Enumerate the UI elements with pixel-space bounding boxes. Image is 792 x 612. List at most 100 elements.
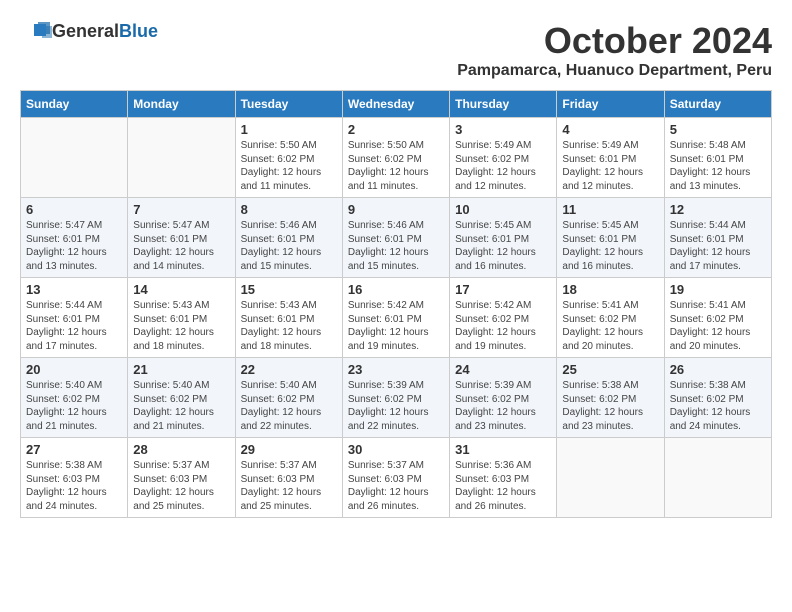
- day-number: 4: [562, 122, 658, 137]
- weekday-header-monday: Monday: [128, 91, 235, 118]
- day-number: 14: [133, 282, 229, 297]
- calendar-cell: 11 Sunrise: 5:45 AM Sunset: 6:01 PM Dayli…: [557, 198, 664, 278]
- day-number: 20: [26, 362, 122, 377]
- day-number: 25: [562, 362, 658, 377]
- calendar-cell: 29 Sunrise: 5:37 AM Sunset: 6:03 PM Dayli…: [235, 438, 342, 518]
- day-info: Sunrise: 5:38 AM Sunset: 6:03 PM Dayligh…: [26, 459, 122, 513]
- title-section: October 2024 Pampamarca, Huanuco Departm…: [457, 20, 772, 80]
- day-info: Sunrise: 5:37 AM Sunset: 6:03 PM Dayligh…: [133, 459, 229, 513]
- calendar-cell: 3 Sunrise: 5:49 AM Sunset: 6:02 PM Daylig…: [450, 118, 557, 198]
- day-info: Sunrise: 5:45 AM Sunset: 6:01 PM Dayligh…: [562, 219, 658, 273]
- day-number: 22: [241, 362, 337, 377]
- day-info: Sunrise: 5:49 AM Sunset: 6:01 PM Dayligh…: [562, 139, 658, 193]
- calendar-cell: 19 Sunrise: 5:41 AM Sunset: 6:02 PM Dayli…: [664, 278, 771, 358]
- day-info: Sunrise: 5:42 AM Sunset: 6:02 PM Dayligh…: [455, 299, 551, 353]
- calendar-cell: 2 Sunrise: 5:50 AM Sunset: 6:02 PM Daylig…: [342, 118, 449, 198]
- day-number: 18: [562, 282, 658, 297]
- logo-blue: Blue: [119, 21, 158, 41]
- day-info: Sunrise: 5:38 AM Sunset: 6:02 PM Dayligh…: [562, 379, 658, 433]
- weekday-header-saturday: Saturday: [664, 91, 771, 118]
- day-number: 5: [670, 122, 766, 137]
- calendar-cell: 27Sunrise: 5:38 AM Sunset: 6:03 PM Dayli…: [21, 438, 128, 518]
- header: GeneralBlue October 2024 Pampamarca, Hua…: [20, 20, 772, 80]
- day-info: Sunrise: 5:49 AM Sunset: 6:02 PM Dayligh…: [455, 139, 551, 193]
- calendar-cell: 23 Sunrise: 5:39 AM Sunset: 6:02 PM Dayli…: [342, 358, 449, 438]
- calendar-cell: [664, 438, 771, 518]
- day-info: Sunrise: 5:47 AM Sunset: 6:01 PM Dayligh…: [133, 219, 229, 273]
- calendar-cell: 10 Sunrise: 5:45 AM Sunset: 6:01 PM Dayli…: [450, 198, 557, 278]
- calendar-cell: 14Sunrise: 5:43 AM Sunset: 6:01 PM Dayli…: [128, 278, 235, 358]
- day-number: 17: [455, 282, 551, 297]
- weekday-header-sunday: Sunday: [21, 91, 128, 118]
- day-info: Sunrise: 5:45 AM Sunset: 6:01 PM Dayligh…: [455, 219, 551, 273]
- day-info: Sunrise: 5:46 AM Sunset: 6:01 PM Dayligh…: [348, 219, 444, 273]
- calendar-cell: 18 Sunrise: 5:41 AM Sunset: 6:02 PM Dayli…: [557, 278, 664, 358]
- calendar-cell: 13Sunrise: 5:44 AM Sunset: 6:01 PM Dayli…: [21, 278, 128, 358]
- day-info: Sunrise: 5:37 AM Sunset: 6:03 PM Dayligh…: [348, 459, 444, 513]
- day-info: Sunrise: 5:40 AM Sunset: 6:02 PM Dayligh…: [241, 379, 337, 433]
- weekday-header-thursday: Thursday: [450, 91, 557, 118]
- calendar-week-1: 1 Sunrise: 5:50 AM Sunset: 6:02 PM Daylig…: [21, 118, 772, 198]
- day-number: 24: [455, 362, 551, 377]
- day-info: Sunrise: 5:44 AM Sunset: 6:01 PM Dayligh…: [670, 219, 766, 273]
- day-info: Sunrise: 5:39 AM Sunset: 6:02 PM Dayligh…: [348, 379, 444, 433]
- calendar-cell: 4 Sunrise: 5:49 AM Sunset: 6:01 PM Daylig…: [557, 118, 664, 198]
- day-number: 16: [348, 282, 444, 297]
- day-number: 3: [455, 122, 551, 137]
- day-number: 30: [348, 442, 444, 457]
- month-title: October 2024: [457, 20, 772, 62]
- calendar-cell: 31 Sunrise: 5:36 AM Sunset: 6:03 PM Dayli…: [450, 438, 557, 518]
- day-info: Sunrise: 5:40 AM Sunset: 6:02 PM Dayligh…: [133, 379, 229, 433]
- day-info: Sunrise: 5:50 AM Sunset: 6:02 PM Dayligh…: [241, 139, 337, 193]
- day-number: 19: [670, 282, 766, 297]
- day-info: Sunrise: 5:50 AM Sunset: 6:02 PM Dayligh…: [348, 139, 444, 193]
- calendar-cell: [21, 118, 128, 198]
- calendar-cell: 8 Sunrise: 5:46 AM Sunset: 6:01 PM Daylig…: [235, 198, 342, 278]
- day-info: Sunrise: 5:47 AM Sunset: 6:01 PM Dayligh…: [26, 219, 122, 273]
- day-info: Sunrise: 5:46 AM Sunset: 6:01 PM Dayligh…: [241, 219, 337, 273]
- weekday-header-friday: Friday: [557, 91, 664, 118]
- logo-icon: [20, 20, 52, 42]
- day-number: 29: [241, 442, 337, 457]
- day-number: 28: [133, 442, 229, 457]
- calendar-cell: 21 Sunrise: 5:40 AM Sunset: 6:02 PM Dayli…: [128, 358, 235, 438]
- day-number: 2: [348, 122, 444, 137]
- logo: GeneralBlue: [20, 20, 158, 42]
- calendar-cell: 28 Sunrise: 5:37 AM Sunset: 6:03 PM Dayli…: [128, 438, 235, 518]
- calendar-week-5: 27Sunrise: 5:38 AM Sunset: 6:03 PM Dayli…: [21, 438, 772, 518]
- weekday-header-row: SundayMondayTuesdayWednesdayThursdayFrid…: [21, 91, 772, 118]
- day-info: Sunrise: 5:36 AM Sunset: 6:03 PM Dayligh…: [455, 459, 551, 513]
- calendar-cell: 25 Sunrise: 5:38 AM Sunset: 6:02 PM Dayli…: [557, 358, 664, 438]
- day-number: 21: [133, 362, 229, 377]
- day-info: Sunrise: 5:39 AM Sunset: 6:02 PM Dayligh…: [455, 379, 551, 433]
- day-number: 8: [241, 202, 337, 217]
- day-number: 10: [455, 202, 551, 217]
- day-number: 1: [241, 122, 337, 137]
- day-number: 11: [562, 202, 658, 217]
- day-info: Sunrise: 5:41 AM Sunset: 6:02 PM Dayligh…: [562, 299, 658, 353]
- day-number: 23: [348, 362, 444, 377]
- day-number: 9: [348, 202, 444, 217]
- calendar-cell: 1 Sunrise: 5:50 AM Sunset: 6:02 PM Daylig…: [235, 118, 342, 198]
- day-info: Sunrise: 5:41 AM Sunset: 6:02 PM Dayligh…: [670, 299, 766, 353]
- day-number: 6: [26, 202, 122, 217]
- calendar-cell: [557, 438, 664, 518]
- calendar-table: SundayMondayTuesdayWednesdayThursdayFrid…: [20, 90, 772, 518]
- calendar-week-2: 6 Sunrise: 5:47 AM Sunset: 6:01 PM Daylig…: [21, 198, 772, 278]
- day-info: Sunrise: 5:43 AM Sunset: 6:01 PM Dayligh…: [241, 299, 337, 353]
- calendar-cell: 7 Sunrise: 5:47 AM Sunset: 6:01 PM Daylig…: [128, 198, 235, 278]
- calendar-cell: 5Sunrise: 5:48 AM Sunset: 6:01 PM Daylig…: [664, 118, 771, 198]
- calendar-cell: 6 Sunrise: 5:47 AM Sunset: 6:01 PM Daylig…: [21, 198, 128, 278]
- day-number: 7: [133, 202, 229, 217]
- day-number: 31: [455, 442, 551, 457]
- calendar-cell: 20 Sunrise: 5:40 AM Sunset: 6:02 PM Dayli…: [21, 358, 128, 438]
- day-info: Sunrise: 5:40 AM Sunset: 6:02 PM Dayligh…: [26, 379, 122, 433]
- day-info: Sunrise: 5:37 AM Sunset: 6:03 PM Dayligh…: [241, 459, 337, 513]
- calendar-cell: 17 Sunrise: 5:42 AM Sunset: 6:02 PM Dayli…: [450, 278, 557, 358]
- calendar-cell: 15 Sunrise: 5:43 AM Sunset: 6:01 PM Dayli…: [235, 278, 342, 358]
- calendar-cell: 16Sunrise: 5:42 AM Sunset: 6:01 PM Dayli…: [342, 278, 449, 358]
- calendar-week-4: 20 Sunrise: 5:40 AM Sunset: 6:02 PM Dayli…: [21, 358, 772, 438]
- day-number: 15: [241, 282, 337, 297]
- calendar-cell: 26Sunrise: 5:38 AM Sunset: 6:02 PM Dayli…: [664, 358, 771, 438]
- location-title: Pampamarca, Huanuco Department, Peru: [457, 62, 772, 80]
